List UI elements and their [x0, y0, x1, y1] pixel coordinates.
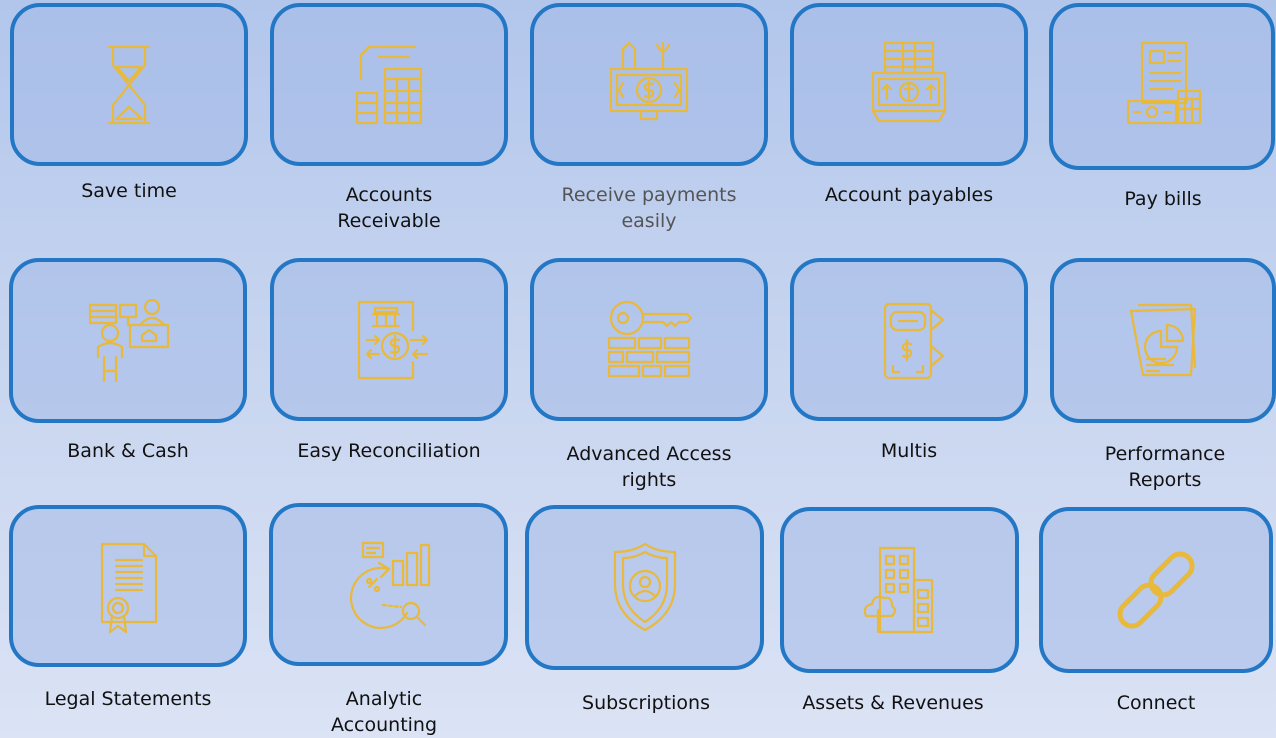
building-icon	[863, 546, 933, 634]
tile-receive-payments[interactable]	[530, 3, 768, 166]
reconciliation-icon	[357, 300, 429, 379]
feature-label: Pay bills	[1124, 188, 1202, 210]
tile-easy-reconciliation[interactable]	[270, 258, 508, 421]
bank-cashier-icon	[88, 298, 170, 382]
hourglass-icon	[107, 45, 151, 124]
feature-label: Connect	[1116, 692, 1196, 714]
link-icon	[1117, 551, 1195, 629]
analytics-icon	[349, 541, 430, 629]
feature-label: Assets & Revenues	[802, 692, 984, 714]
feature-label: Advanced Access rights	[566, 443, 732, 491]
tile-analytic-accounting[interactable]	[269, 503, 508, 666]
tile-subscriptions[interactable]	[525, 505, 764, 670]
tile-assets-revenues[interactable]	[780, 507, 1019, 673]
tile-connect[interactable]	[1039, 507, 1273, 673]
tile-bank-cash[interactable]	[9, 258, 247, 423]
feature-label: Analytic Accounting	[330, 688, 438, 736]
tile-advanced-access[interactable]	[530, 258, 768, 421]
feature-label: Account payables	[824, 184, 994, 206]
tile-multis[interactable]	[790, 258, 1028, 421]
tile-pay-bills[interactable]	[1049, 3, 1275, 170]
feature-label: Save time	[81, 180, 177, 202]
bill-calculator-icon	[1126, 41, 1202, 124]
user-shield-icon	[613, 542, 676, 631]
receivable-icon	[355, 45, 423, 124]
tile-save-time[interactable]	[10, 3, 248, 166]
feature-label: Accounts Receivable	[337, 184, 441, 232]
certificate-icon	[100, 542, 158, 634]
feature-label: Bank & Cash	[67, 440, 189, 462]
feature-label: Subscriptions	[582, 692, 710, 714]
tile-performance-reports[interactable]	[1050, 258, 1276, 423]
tile-legal-statements[interactable]	[9, 505, 247, 667]
payables-icon	[871, 41, 947, 122]
multi-wallet-icon	[883, 302, 945, 379]
report-chart-icon	[1129, 303, 1197, 376]
tile-accounts-receivable[interactable]	[270, 3, 508, 166]
tile-account-payables[interactable]	[790, 3, 1028, 166]
feature-label: Legal Statements	[44, 688, 212, 710]
feature-label: Performance Reports	[1104, 443, 1226, 491]
feature-label: Receive payments easily	[561, 184, 737, 232]
key-access-icon	[607, 300, 693, 377]
feature-label: Easy Reconciliation	[297, 440, 481, 462]
payment-tools-icon	[609, 41, 689, 120]
feature-label: Multis	[880, 440, 938, 462]
